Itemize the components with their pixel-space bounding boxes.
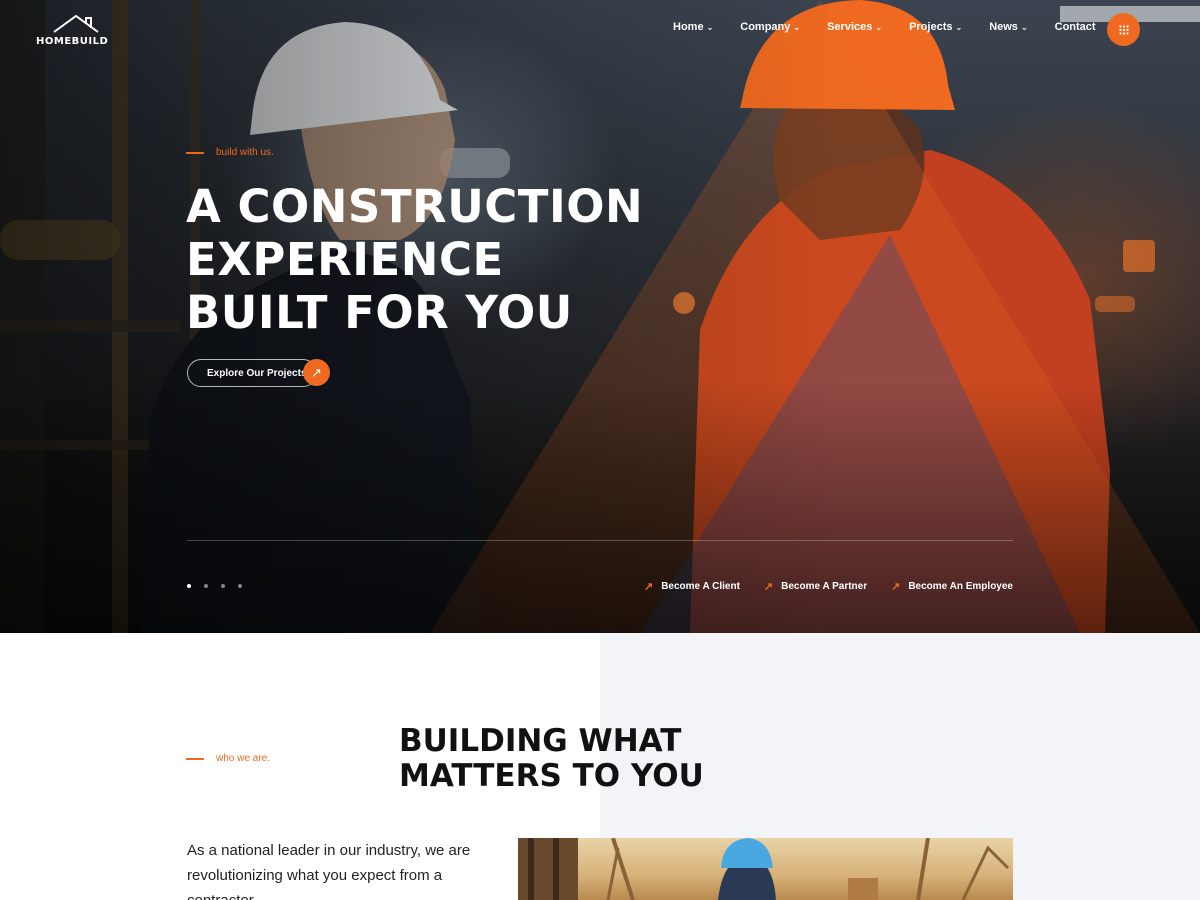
hero-eyebrow-text: build with us. bbox=[216, 147, 274, 158]
brand-logo[interactable]: HOMEBUILD bbox=[36, 12, 116, 47]
hero-section: HOMEBUILD Home ⌄ Company ⌄ Services ⌄ Pr… bbox=[0, 0, 1200, 633]
about-title-line: MATTERS TO YOU bbox=[399, 758, 704, 794]
construction-site-illustration bbox=[518, 838, 1010, 900]
about-eyebrow: who we are. bbox=[186, 753, 270, 764]
nav-label: Services bbox=[827, 21, 873, 33]
hero-eyebrow: build with us. bbox=[186, 147, 274, 158]
slider-dot[interactable] bbox=[204, 584, 208, 588]
menu-button[interactable] bbox=[1107, 13, 1140, 46]
chevron-down-icon: ⌄ bbox=[1020, 22, 1028, 32]
nav-item-news[interactable]: News ⌄ bbox=[989, 21, 1027, 33]
nav-item-home[interactable]: Home ⌄ bbox=[673, 21, 713, 33]
quick-link-label: Become A Partner bbox=[781, 581, 868, 592]
arrow-up-right-icon[interactable]: ↗ bbox=[303, 359, 330, 386]
house-roof-icon bbox=[53, 14, 99, 33]
hero-quick-links: ↗ Become A Client ↗ Become A Partner ↗ B… bbox=[644, 580, 1013, 593]
brand-name: HOMEBUILD bbox=[36, 36, 109, 47]
nav-item-services[interactable]: Services ⌄ bbox=[827, 21, 882, 33]
about-title-line: BUILDING WHAT bbox=[399, 723, 682, 759]
about-section: who we are. BUILDING WHAT MATTERS TO YOU… bbox=[0, 633, 1200, 900]
about-title: BUILDING WHAT MATTERS TO YOU bbox=[399, 724, 704, 794]
quick-link-label: Become An Employee bbox=[908, 581, 1013, 592]
hero-title-line: EXPERIENCE bbox=[186, 233, 504, 286]
chevron-down-icon: ⌄ bbox=[706, 22, 714, 32]
chevron-down-icon: ⌄ bbox=[793, 22, 801, 32]
nav-label: News bbox=[989, 21, 1018, 33]
slider-dot[interactable] bbox=[221, 584, 225, 588]
become-partner-link[interactable]: ↗ Become A Partner bbox=[764, 580, 867, 593]
nav-item-contact[interactable]: Contact bbox=[1055, 21, 1096, 33]
about-eyebrow-text: who we are. bbox=[216, 753, 270, 764]
become-employee-link[interactable]: ↗ Become An Employee bbox=[891, 580, 1013, 593]
explore-projects-button[interactable]: Explore Our Projects bbox=[187, 359, 317, 387]
slider-dot[interactable] bbox=[187, 584, 191, 588]
chevron-down-icon: ⌄ bbox=[875, 22, 883, 32]
arrow-up-right-icon: ↗ bbox=[891, 581, 901, 593]
slider-dots bbox=[187, 584, 242, 588]
become-client-link[interactable]: ↗ Become A Client bbox=[644, 580, 740, 593]
quick-link-label: Become A Client bbox=[661, 581, 740, 592]
hero-title-line: BUILT FOR YOU bbox=[186, 286, 573, 339]
about-paragraph: As a national leader in our industry, we… bbox=[187, 842, 471, 900]
hero-title: A CONSTRUCTION EXPERIENCE BUILT FOR YOU bbox=[186, 180, 643, 339]
hero-divider bbox=[187, 540, 1013, 541]
explore-projects-label: Explore Our Projects bbox=[207, 367, 307, 379]
nav-label: Projects bbox=[909, 21, 953, 33]
eyebrow-line bbox=[186, 151, 204, 154]
hero-title-line: A CONSTRUCTION bbox=[186, 180, 644, 233]
chevron-down-icon: ⌄ bbox=[955, 22, 963, 32]
nav-item-projects[interactable]: Projects ⌄ bbox=[909, 21, 962, 33]
main-nav: Home ⌄ Company ⌄ Services ⌄ Projects ⌄ N… bbox=[673, 21, 1123, 33]
nav-item-company[interactable]: Company ⌄ bbox=[740, 21, 800, 33]
arrow-up-right-icon: ↗ bbox=[643, 581, 654, 593]
arrow-up-right-icon: ↗ bbox=[763, 581, 774, 593]
nav-label: Contact bbox=[1054, 21, 1096, 33]
slider-dot[interactable] bbox=[238, 584, 242, 588]
eyebrow-line bbox=[186, 757, 204, 760]
nav-label: Company bbox=[740, 21, 791, 33]
construction-site-image bbox=[518, 838, 1013, 900]
grid-icon bbox=[1118, 24, 1129, 35]
nav-label: Home bbox=[673, 21, 704, 33]
